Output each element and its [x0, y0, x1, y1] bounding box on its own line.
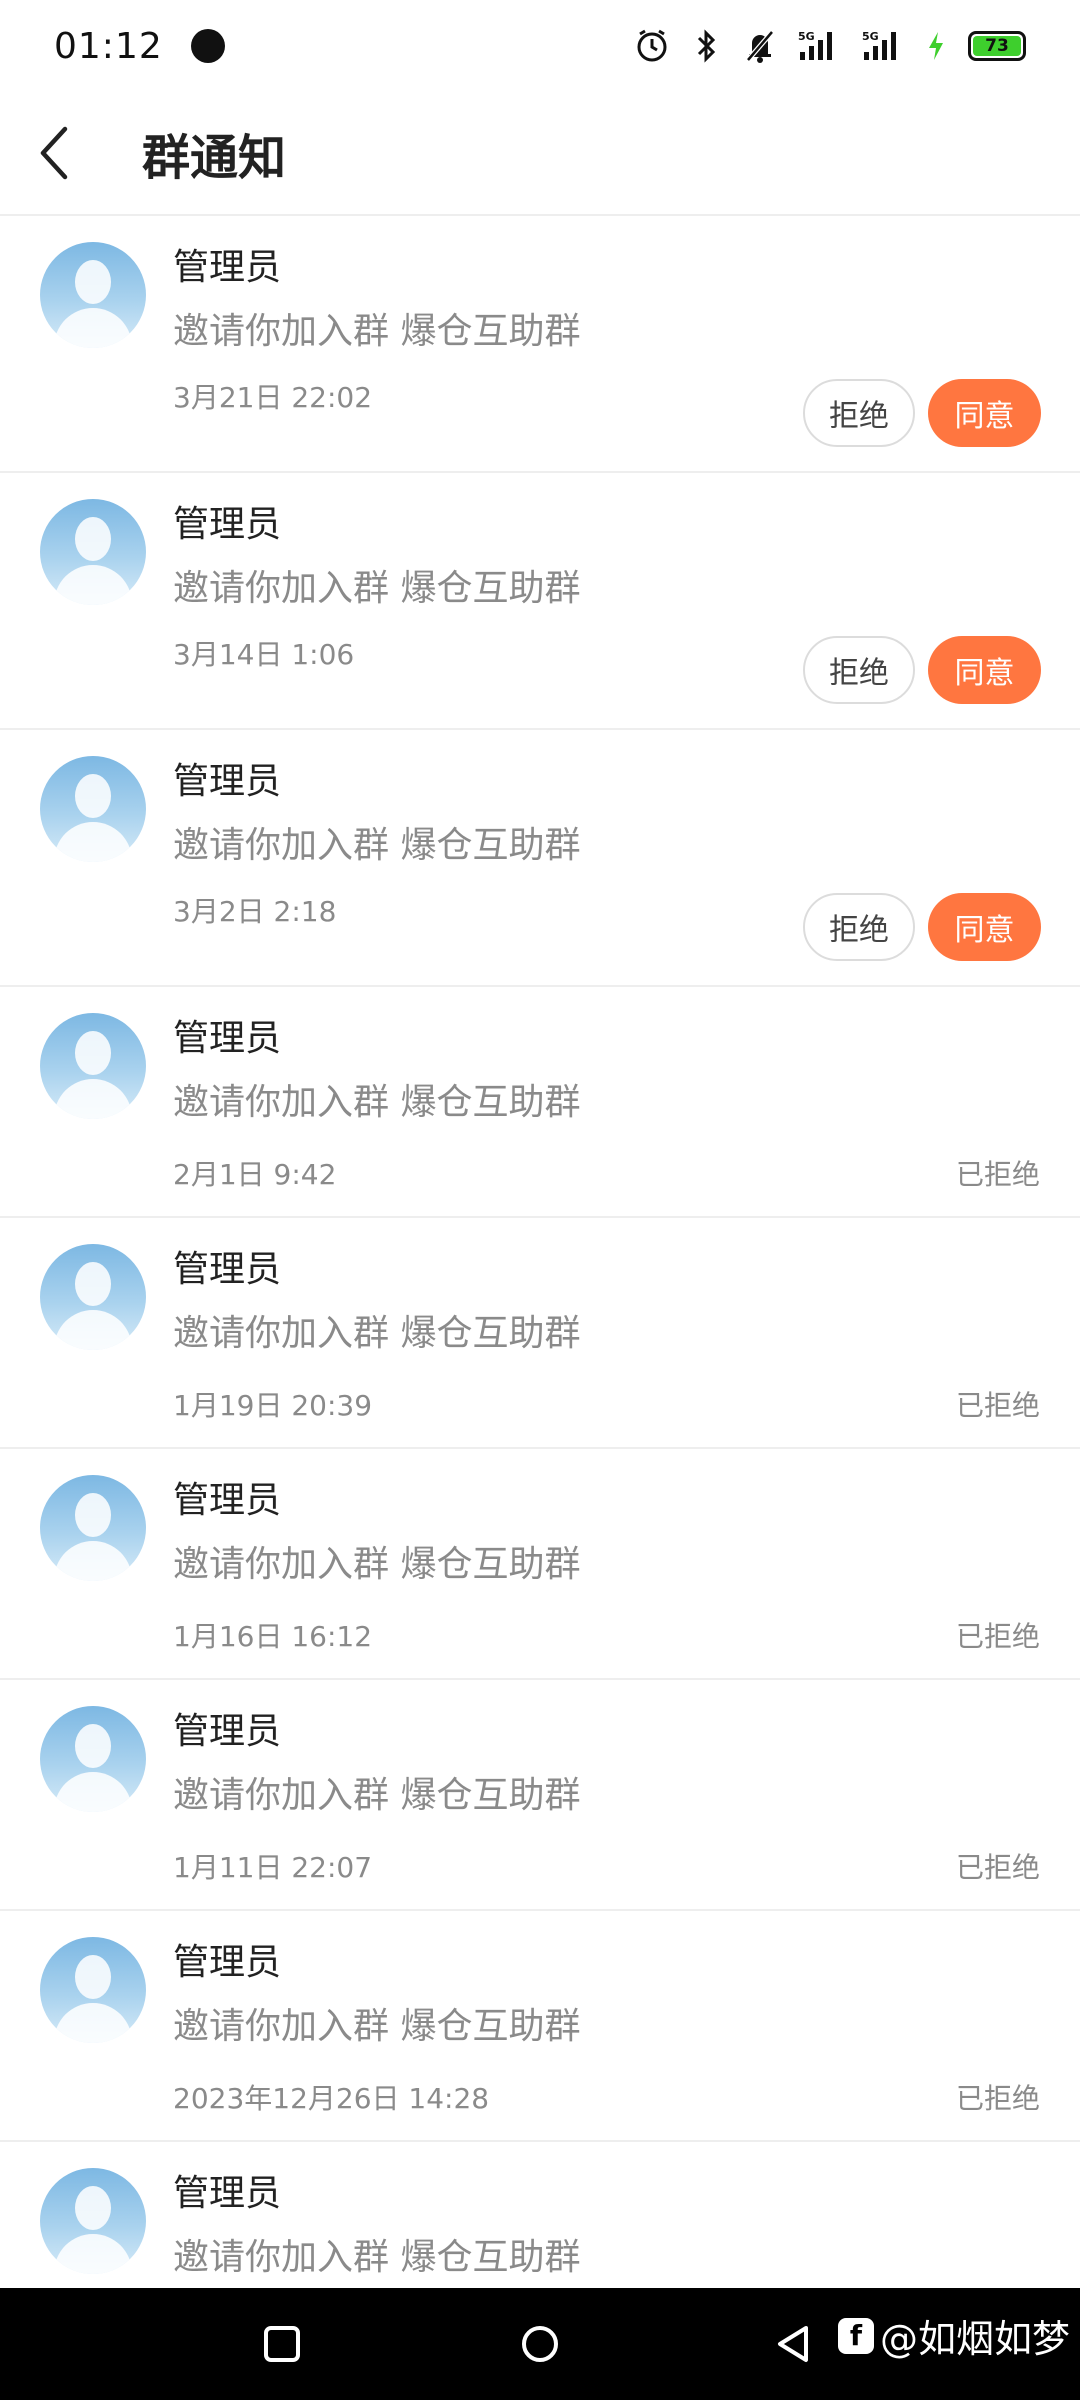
battery-icon: 73	[968, 31, 1026, 61]
avatar[interactable]	[40, 1244, 146, 1350]
accept-button[interactable]: 同意	[928, 379, 1041, 447]
timestamp: 3月21日 22:02	[173, 381, 373, 414]
timestamp: 2023年12月26日 14:28	[173, 2082, 490, 2115]
status-label: 已拒绝	[955, 1389, 1040, 1422]
sender-name: 管理员	[173, 2173, 282, 2214]
status-icons: 5G 5G 73	[634, 28, 1026, 64]
notification-dot-icon	[190, 29, 225, 63]
timestamp: 1月16日 16:12	[173, 1620, 373, 1653]
status-label: 已拒绝	[955, 2082, 1040, 2115]
reject-button[interactable]: 拒绝	[803, 893, 915, 961]
avatar[interactable]	[40, 2168, 146, 2274]
avatar[interactable]	[40, 1475, 146, 1581]
sender-name: 管理员	[173, 1480, 282, 1521]
list-item[interactable]: 管理员 邀请你加入群 爆仓互助群 1月11日 22:07 已拒绝	[0, 1680, 1080, 1911]
timestamp: 1月19日 20:39	[173, 1389, 373, 1422]
sender-name: 管理员	[173, 247, 282, 288]
avatar[interactable]	[40, 756, 146, 862]
status-label: 已拒绝	[955, 1620, 1040, 1653]
watermark: f @如烟如梦	[838, 2308, 1070, 2363]
back-button[interactable]	[0, 91, 110, 215]
sender-name: 管理员	[173, 1942, 282, 1983]
timestamp: 2月1日 9:42	[173, 1158, 337, 1191]
recents-button[interactable]	[256, 2318, 308, 2370]
message-text: 邀请你加入群 爆仓互助群	[173, 825, 581, 866]
avatar[interactable]	[40, 1937, 146, 2043]
list-item[interactable]: 管理员 邀请你加入群 爆仓互助群 1月19日 20:39 已拒绝	[0, 1218, 1080, 1449]
svg-text:5G: 5G	[862, 30, 879, 43]
message-text: 邀请你加入群 爆仓互助群	[173, 2006, 581, 2047]
status-label: 已拒绝	[955, 1851, 1040, 1884]
sender-name: 管理员	[173, 1711, 282, 1752]
status-time: 01:12	[54, 25, 163, 67]
notification-list[interactable]: 管理员 邀请你加入群 爆仓互助群 3月21日 22:02 拒绝 同意 管理员 邀…	[0, 216, 1080, 2288]
message-text: 邀请你加入群 爆仓互助群	[173, 1544, 581, 1585]
reject-button[interactable]: 拒绝	[803, 636, 915, 704]
message-text: 邀请你加入群 爆仓互助群	[173, 311, 581, 352]
status-label: 已拒绝	[955, 1158, 1040, 1191]
list-item[interactable]: 管理员 邀请你加入群 爆仓互助群	[0, 2142, 1080, 2288]
battery-level: 73	[973, 36, 1021, 56]
mute-bell-icon	[746, 30, 774, 63]
list-item[interactable]: 管理员 邀请你加入群 爆仓互助群 3月14日 1:06 拒绝 同意	[0, 473, 1080, 730]
message-text: 邀请你加入群 爆仓互助群	[173, 568, 581, 609]
home-circle-icon	[522, 2326, 558, 2362]
watermark-logo: f	[838, 2317, 874, 2354]
avatar[interactable]	[40, 1013, 146, 1119]
list-item[interactable]: 管理员 邀请你加入群 爆仓互助群 3月2日 2:18 拒绝 同意	[0, 730, 1080, 987]
home-button[interactable]	[514, 2318, 566, 2370]
signal-5g-icon: 5G	[798, 30, 832, 60]
svg-text:5G: 5G	[798, 30, 815, 43]
sender-name: 管理员	[173, 1249, 282, 1290]
timestamp: 3月2日 2:18	[173, 895, 337, 928]
list-item[interactable]: 管理员 邀请你加入群 爆仓互助群 2023年12月26日 14:28 已拒绝	[0, 1911, 1080, 2142]
reject-button[interactable]: 拒绝	[803, 379, 915, 447]
back-nav-button[interactable]	[768, 2318, 820, 2370]
recents-square-icon	[264, 2326, 300, 2362]
status-bar: 01:12 5G 5G 73	[0, 0, 1080, 92]
page-title: 群通知	[142, 130, 287, 186]
sender-name: 管理员	[173, 1018, 282, 1059]
sender-name: 管理员	[173, 504, 282, 545]
message-text: 邀请你加入群 爆仓互助群	[173, 1082, 581, 1123]
accept-button[interactable]: 同意	[928, 893, 1041, 961]
accept-button[interactable]: 同意	[928, 636, 1041, 704]
signal-5g-icon: 5G	[862, 30, 896, 60]
timestamp: 3月14日 1:06	[173, 638, 355, 671]
header: 群通知	[0, 92, 1080, 216]
sender-name: 管理员	[173, 761, 282, 802]
chevron-left-icon	[40, 126, 68, 180]
list-item[interactable]: 管理员 邀请你加入群 爆仓互助群 2月1日 9:42 已拒绝	[0, 987, 1080, 1218]
watermark-text: @如烟如梦	[880, 2317, 1071, 2361]
avatar[interactable]	[40, 1706, 146, 1812]
charging-icon	[929, 32, 943, 60]
message-text: 邀请你加入群 爆仓互助群	[173, 1313, 581, 1354]
timestamp: 1月11日 22:07	[173, 1851, 373, 1884]
avatar[interactable]	[40, 499, 146, 605]
alarm-icon	[637, 29, 667, 62]
avatar[interactable]	[40, 242, 146, 348]
message-text: 邀请你加入群 爆仓互助群	[173, 2237, 581, 2278]
bluetooth-icon	[697, 29, 716, 63]
back-triangle-icon	[778, 2326, 808, 2362]
list-item[interactable]: 管理员 邀请你加入群 爆仓互助群 1月16日 16:12 已拒绝	[0, 1449, 1080, 1680]
list-item[interactable]: 管理员 邀请你加入群 爆仓互助群 3月21日 22:02 拒绝 同意	[0, 216, 1080, 473]
message-text: 邀请你加入群 爆仓互助群	[173, 1775, 581, 1816]
